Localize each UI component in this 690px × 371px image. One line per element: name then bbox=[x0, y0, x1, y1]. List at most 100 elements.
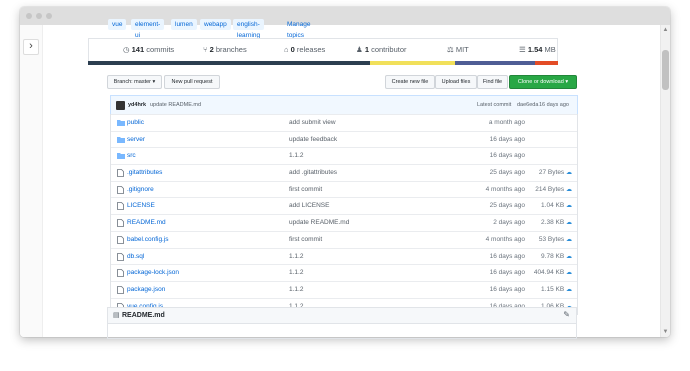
law-icon: ⚖ bbox=[447, 45, 454, 54]
file-row[interactable]: package.json 1.1.2 16 days ago 1.15 KB ☁ bbox=[111, 280, 577, 298]
file-name-link[interactable]: server bbox=[127, 136, 145, 143]
download-cloud-icon[interactable]: ☁ bbox=[566, 237, 572, 243]
file-row[interactable]: server update feedback 16 days ago bbox=[111, 130, 577, 148]
file-name-link[interactable]: .gitignore bbox=[127, 186, 154, 193]
language-bar[interactable] bbox=[88, 61, 558, 65]
folder-icon bbox=[117, 136, 125, 145]
download-cloud-icon[interactable]: ☁ bbox=[566, 270, 572, 276]
file-commit-message[interactable]: add .gitattributes bbox=[289, 169, 337, 176]
file-row[interactable]: README.md update README.md 2 days ago 2.38 … bbox=[111, 214, 577, 231]
branch-icon: ⑂ bbox=[203, 45, 208, 54]
upload-files-button[interactable]: Upload files bbox=[435, 75, 477, 89]
language-segment[interactable] bbox=[88, 61, 370, 65]
vertical-scrollbar[interactable]: ▲ ▼ bbox=[660, 25, 670, 337]
new-pull-request-button[interactable]: New pull request bbox=[164, 75, 220, 89]
file-row[interactable]: src 1.1.2 16 days ago bbox=[111, 147, 577, 164]
file-icon bbox=[117, 169, 124, 179]
topic-tag[interactable]: webapp bbox=[200, 19, 231, 30]
scrollbar-thumb[interactable] bbox=[662, 50, 669, 90]
file-commit-message[interactable]: 1.1.2 bbox=[289, 286, 303, 293]
avatar[interactable] bbox=[116, 101, 125, 110]
people-icon: ♟ bbox=[356, 45, 363, 54]
window-dot-icon[interactable] bbox=[36, 13, 42, 19]
license-stat[interactable]: ⚖ MIT bbox=[447, 45, 469, 54]
file-age: 25 days ago bbox=[489, 202, 525, 210]
expand-sidebar-button[interactable]: › bbox=[23, 39, 39, 55]
file-row[interactable]: public add submit view a month ago bbox=[111, 114, 577, 131]
scroll-down-icon[interactable]: ▼ bbox=[662, 329, 669, 335]
file-icon bbox=[117, 285, 124, 296]
file-icon bbox=[117, 202, 124, 212]
file-icon bbox=[117, 252, 124, 263]
file-commit-message[interactable]: update README.md bbox=[289, 219, 349, 226]
readme-header: ▤ README.md ✎ bbox=[108, 308, 576, 324]
download-cloud-icon[interactable]: ☁ bbox=[566, 187, 572, 193]
file-age: 16 days ago bbox=[489, 135, 525, 143]
download-cloud-icon[interactable]: ☁ bbox=[566, 220, 572, 226]
file-name-link[interactable]: README.md bbox=[127, 219, 166, 226]
file-size: 27 Bytes ☁ bbox=[538, 169, 572, 177]
file-name-link[interactable]: db.sql bbox=[127, 253, 144, 260]
file-commit-message[interactable]: first commit bbox=[289, 186, 322, 193]
branches-stat[interactable]: ⑂ 2 branches bbox=[203, 45, 247, 54]
folder-icon bbox=[117, 119, 125, 128]
topic-tag[interactable]: english-learning bbox=[233, 19, 265, 39]
repo-stats-bar: ◷ 141 commits ⑂ 2 branches ⌂ 0 releases … bbox=[88, 38, 558, 61]
file-commit-message[interactable]: add LICENSE bbox=[289, 202, 329, 209]
file-commit-message[interactable]: 1.1.2 bbox=[289, 253, 303, 260]
releases-stat[interactable]: ⌂ 0 releases bbox=[284, 45, 325, 54]
commits-stat[interactable]: ◷ 141 commits bbox=[123, 45, 174, 54]
file-name-link[interactable]: package-lock.json bbox=[127, 269, 179, 276]
file-name-link[interactable]: public bbox=[127, 119, 144, 126]
file-name-link[interactable]: package.json bbox=[127, 286, 165, 293]
commit-author[interactable]: yd4hrk bbox=[128, 102, 146, 108]
file-age: 4 months ago bbox=[485, 185, 525, 193]
file-size: 1.04 KB ☁ bbox=[541, 202, 572, 210]
history-icon: ◷ bbox=[123, 45, 130, 54]
file-row[interactable]: LICENSE add LICENSE 25 days ago 1.04 KB ☁ bbox=[111, 197, 577, 214]
create-new-file-button[interactable]: Create new file bbox=[385, 75, 435, 89]
file-size: 404.94 KB ☁ bbox=[533, 269, 572, 277]
file-row[interactable]: .gitignore first commit 4 months ago 214 By… bbox=[111, 180, 577, 198]
download-cloud-icon[interactable]: ☁ bbox=[566, 287, 572, 293]
commit-message[interactable]: update README.md bbox=[150, 102, 201, 108]
file-name-link[interactable]: LICENSE bbox=[127, 202, 155, 209]
file-commit-message[interactable]: 1.1.2 bbox=[289, 269, 303, 276]
file-row[interactable]: package-lock.json 1.1.2 16 days ago 404.94 … bbox=[111, 264, 577, 281]
commit-sha[interactable]: dae6eda bbox=[517, 102, 538, 108]
language-segment[interactable] bbox=[454, 61, 535, 65]
download-cloud-icon[interactable]: ☁ bbox=[566, 254, 572, 260]
language-segment[interactable] bbox=[370, 61, 455, 65]
file-row[interactable]: db.sql 1.1.2 16 days ago 9.78 KB ☁ bbox=[111, 247, 577, 265]
latest-commit-label: Latest commit bbox=[477, 102, 512, 108]
file-commit-message[interactable]: first commit bbox=[289, 236, 322, 243]
download-cloud-icon[interactable]: ☁ bbox=[566, 170, 572, 176]
file-name-link[interactable]: .gitattributes bbox=[127, 169, 162, 176]
file-age: a month ago bbox=[488, 119, 525, 126]
book-icon: ▤ bbox=[113, 312, 120, 319]
file-row[interactable]: .gitattributes add .gitattributes 25 days … bbox=[111, 164, 577, 181]
topic-tag[interactable]: vue bbox=[108, 19, 127, 30]
file-name-link[interactable]: babel.config.js bbox=[127, 236, 169, 243]
file-commit-message[interactable]: update feedback bbox=[289, 136, 337, 143]
file-commit-message[interactable]: add submit view bbox=[289, 119, 336, 126]
file-name-link[interactable]: src bbox=[127, 152, 136, 159]
topic-tag[interactable]: element-ui bbox=[131, 19, 165, 39]
file-row[interactable]: babel.config.js first commit 4 months ago 5… bbox=[111, 230, 577, 248]
file-list: public add submit view a month ago server up… bbox=[110, 114, 578, 316]
window-dot-icon[interactable] bbox=[46, 13, 52, 19]
language-segment[interactable] bbox=[534, 61, 558, 65]
contributors-stat[interactable]: ♟ 1 contributor bbox=[356, 45, 407, 54]
file-size: 1.15 KB ☁ bbox=[541, 285, 572, 293]
clone-or-download-button[interactable]: Clone or download ▾ bbox=[509, 75, 577, 89]
download-cloud-icon[interactable]: ☁ bbox=[566, 203, 572, 209]
readme-title: README.md bbox=[122, 312, 165, 319]
branch-select-button[interactable]: Branch: master ▾ bbox=[107, 75, 162, 89]
scroll-up-icon[interactable]: ▲ bbox=[662, 27, 669, 33]
file-commit-message[interactable]: 1.1.2 bbox=[289, 152, 303, 159]
topic-tag[interactable]: lumen bbox=[171, 19, 197, 30]
file-size: 214 Bytes ☁ bbox=[535, 185, 572, 193]
edit-pencil-icon[interactable]: ✎ bbox=[563, 310, 570, 319]
find-file-button[interactable]: Find file bbox=[477, 75, 508, 89]
window-dot-icon[interactable] bbox=[26, 13, 32, 19]
